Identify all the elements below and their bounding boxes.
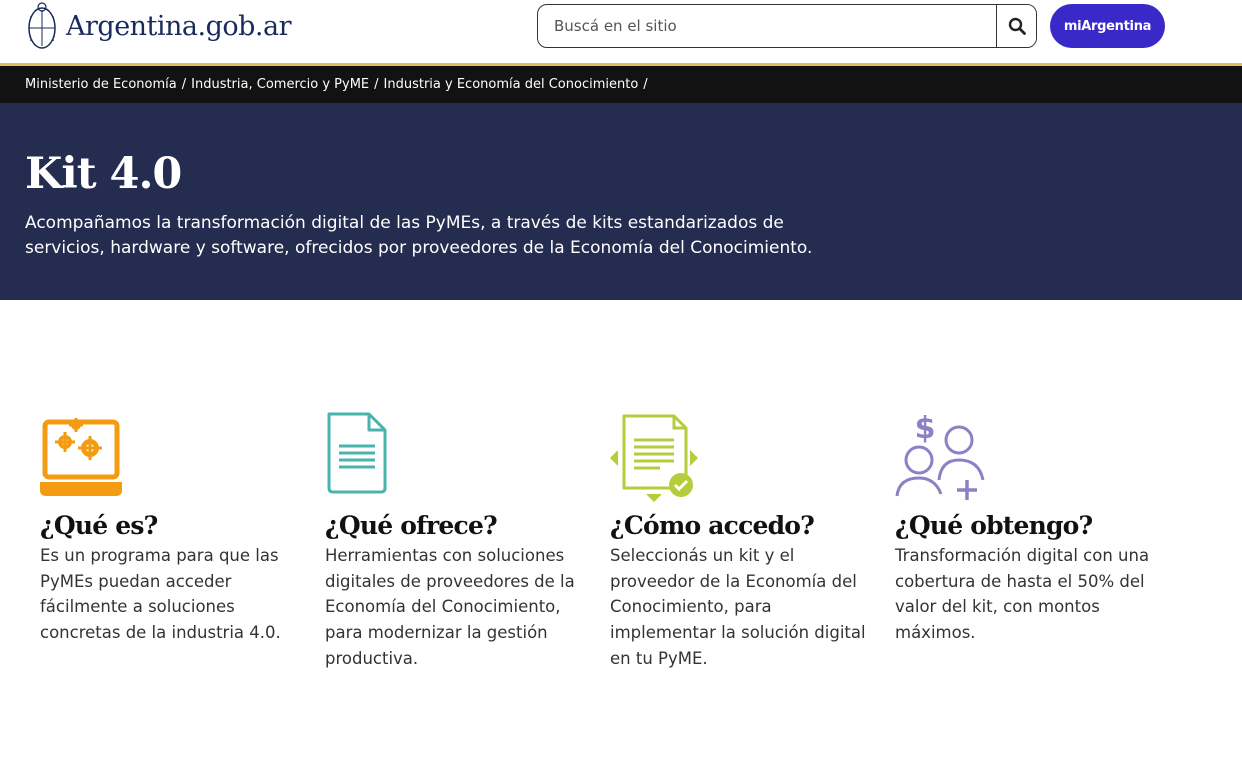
breadcrumb-item-ministerio[interactable]: Ministerio de Economía <box>25 77 177 92</box>
feature-text: Es un programa para que las PyMEs puedan… <box>40 546 281 643</box>
feature-title: ¿Qué obtengo? <box>895 511 1093 540</box>
page-description: Acompañamos la transformación digital de… <box>25 213 813 258</box>
breadcrumb-item-economia-conocimiento[interactable]: Industria y Economía del Conocimiento <box>384 77 639 92</box>
laptop-gears-icon <box>40 418 122 496</box>
search-box <box>537 4 1037 48</box>
people-money-icon: $ <box>895 411 985 500</box>
feature-que-obtengo: $ ¿Qué obtengo? Transformación digital c… <box>895 410 1160 646</box>
hero-banner: Kit 4.0 Acompañamos la transformación di… <box>0 103 1242 300</box>
feature-text: Transformación digital con una cobertura… <box>895 546 1150 643</box>
mi-argentina-button[interactable]: miArgentina <box>1050 4 1165 48</box>
page-title: Kit 4.0 <box>25 149 182 199</box>
document-check-icon <box>610 414 698 502</box>
feature-que-ofrece: ¿Qué ofrece? Herramientas con soluciones… <box>325 410 590 672</box>
document-icon <box>327 412 387 494</box>
feature-title: ¿Qué ofrece? <box>325 511 498 540</box>
logo-text: Argentina.gob.ar <box>66 10 292 42</box>
breadcrumb-separator: / <box>181 77 187 92</box>
search-input[interactable] <box>538 5 996 47</box>
feature-que-es: ¿Qué es? Es un programa para que las PyM… <box>40 410 305 646</box>
feature-text: Seleccionás un kit y el proveedor de la … <box>610 546 866 668</box>
breadcrumb-separator: / <box>643 77 648 92</box>
feature-text: Herramientas con soluciones digitales de… <box>325 546 575 668</box>
search-icon <box>1008 17 1026 35</box>
site-logo[interactable]: Argentina.gob.ar <box>25 1 292 51</box>
feature-title: ¿Cómo accedo? <box>610 511 815 540</box>
search-button[interactable] <box>996 5 1036 47</box>
coat-of-arms-icon <box>28 2 56 49</box>
breadcrumb-separator: / <box>374 77 379 92</box>
feature-como-accedo: ¿Cómo accedo? Seleccionás un kit y el pr… <box>610 410 875 672</box>
svg-text:$: $ <box>915 411 936 446</box>
site-header: Argentina.gob.ar miArgentina <box>0 0 1242 63</box>
breadcrumb: Ministerio de Economía / Industria, Come… <box>0 66 1242 103</box>
feature-title: ¿Qué es? <box>40 511 158 540</box>
breadcrumb-item-industria-comercio[interactable]: Industria, Comercio y PyME <box>191 77 369 92</box>
